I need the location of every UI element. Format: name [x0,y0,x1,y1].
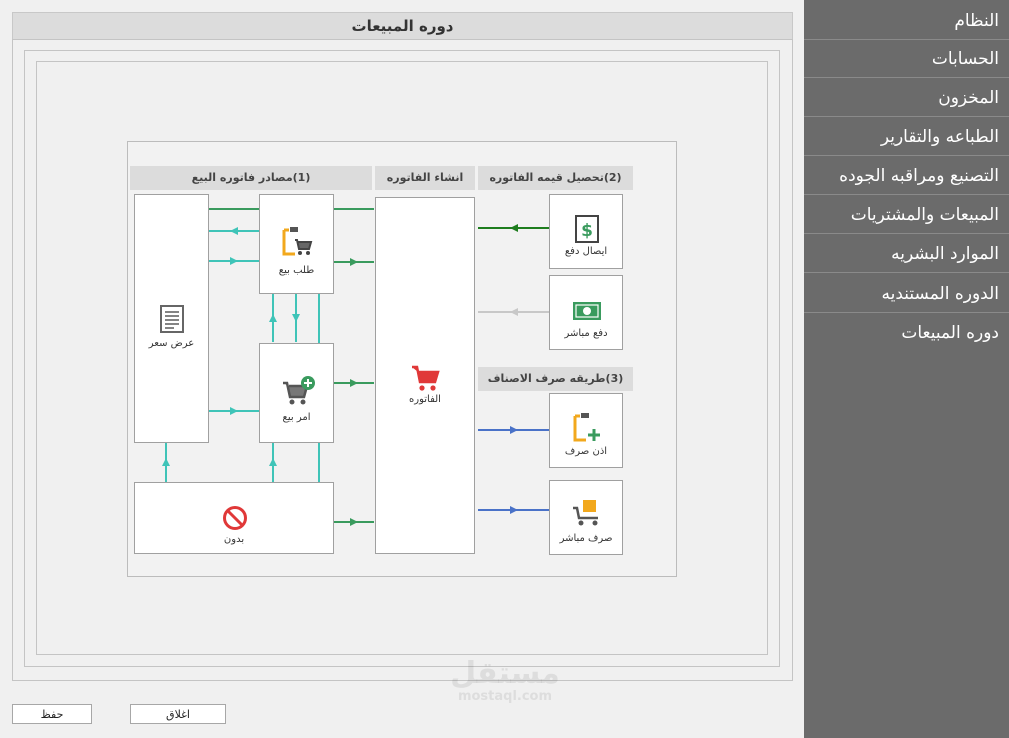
cart-box-icon [573,500,598,526]
watermark-latin: mostaql.com [457,689,553,704]
box-direct-payment-label: دفع مباشر [564,328,608,339]
box-quote[interactable]: عرض سعر [134,194,209,443]
box-payment-receipt-label: ايصال دفع [564,246,608,257]
sidebar-item-accounts[interactable]: الحسابات [804,40,1009,78]
sidebar-item-sales-purchases[interactable]: المبيعات والمشتريات [804,196,1009,234]
document-icon [160,305,184,333]
box-direct-dispatch-label: صرف مباشر [559,533,613,544]
sidebar-item-system[interactable]: النظام [804,2,1009,40]
cash-icon [573,302,601,320]
box-payment-receipt[interactable]: $ ايصال دفع [549,194,623,269]
box-none-label: بدون [223,534,245,545]
dollar-receipt-icon: $ [575,215,599,243]
svg-text:$: $ [581,221,593,241]
box-dispatch-permit-label: اذن صرف [564,446,608,457]
sidebar-item-sales-cycle[interactable]: دوره المبيعات [804,314,1009,352]
sidebar-item-printing-reports[interactable]: الطباعه والتقارير [804,118,1009,156]
clipboard-cart-icon [282,227,313,256]
box-quote-label: عرض سعر [148,338,195,349]
window-title: دوره المبيعات [12,12,793,40]
no-entry-icon [223,506,247,530]
box-none[interactable]: بدون [134,482,334,554]
sales-cycle-diagram: (1)مصادر فاتوره البيع انشاء الفاتوره (2)… [127,141,677,577]
clipboard-plus-icon [573,413,600,442]
box-sales-order[interactable]: امر بيع [259,343,334,443]
box-invoice[interactable]: الفاتوره [375,197,475,554]
sidebar: النظام الحسابات المخزون الطباعه والتقاري… [804,0,1009,738]
box-sales-request-label: طلب بيع [278,265,315,276]
box-dispatch-permit[interactable]: اذن صرف [549,393,623,468]
shopping-cart-icon [412,365,440,391]
sidebar-item-human-resources[interactable]: الموارد البشريه [804,235,1009,273]
sidebar-item-document-cycle[interactable]: الدوره المستنديه [804,275,1009,313]
box-sales-request[interactable]: طلب بيع [259,194,334,294]
save-button[interactable]: حفظ [12,704,92,724]
watermark: مستقل mostaql.com [430,658,580,704]
box-direct-dispatch[interactable]: صرف مباشر [549,480,623,555]
close-button[interactable]: اغلاق [130,704,226,724]
cart-add-icon [283,376,315,405]
box-sales-order-label: امر بيع [282,412,311,423]
watermark-arabic: مستقل [450,656,560,691]
sidebar-item-inventory[interactable]: المخزون [804,79,1009,117]
sidebar-item-manufacturing-quality[interactable]: التصنيع ومراقبه الجوده [804,157,1009,195]
box-invoice-label: الفاتوره [409,394,441,405]
box-direct-payment[interactable]: دفع مباشر [549,275,623,350]
